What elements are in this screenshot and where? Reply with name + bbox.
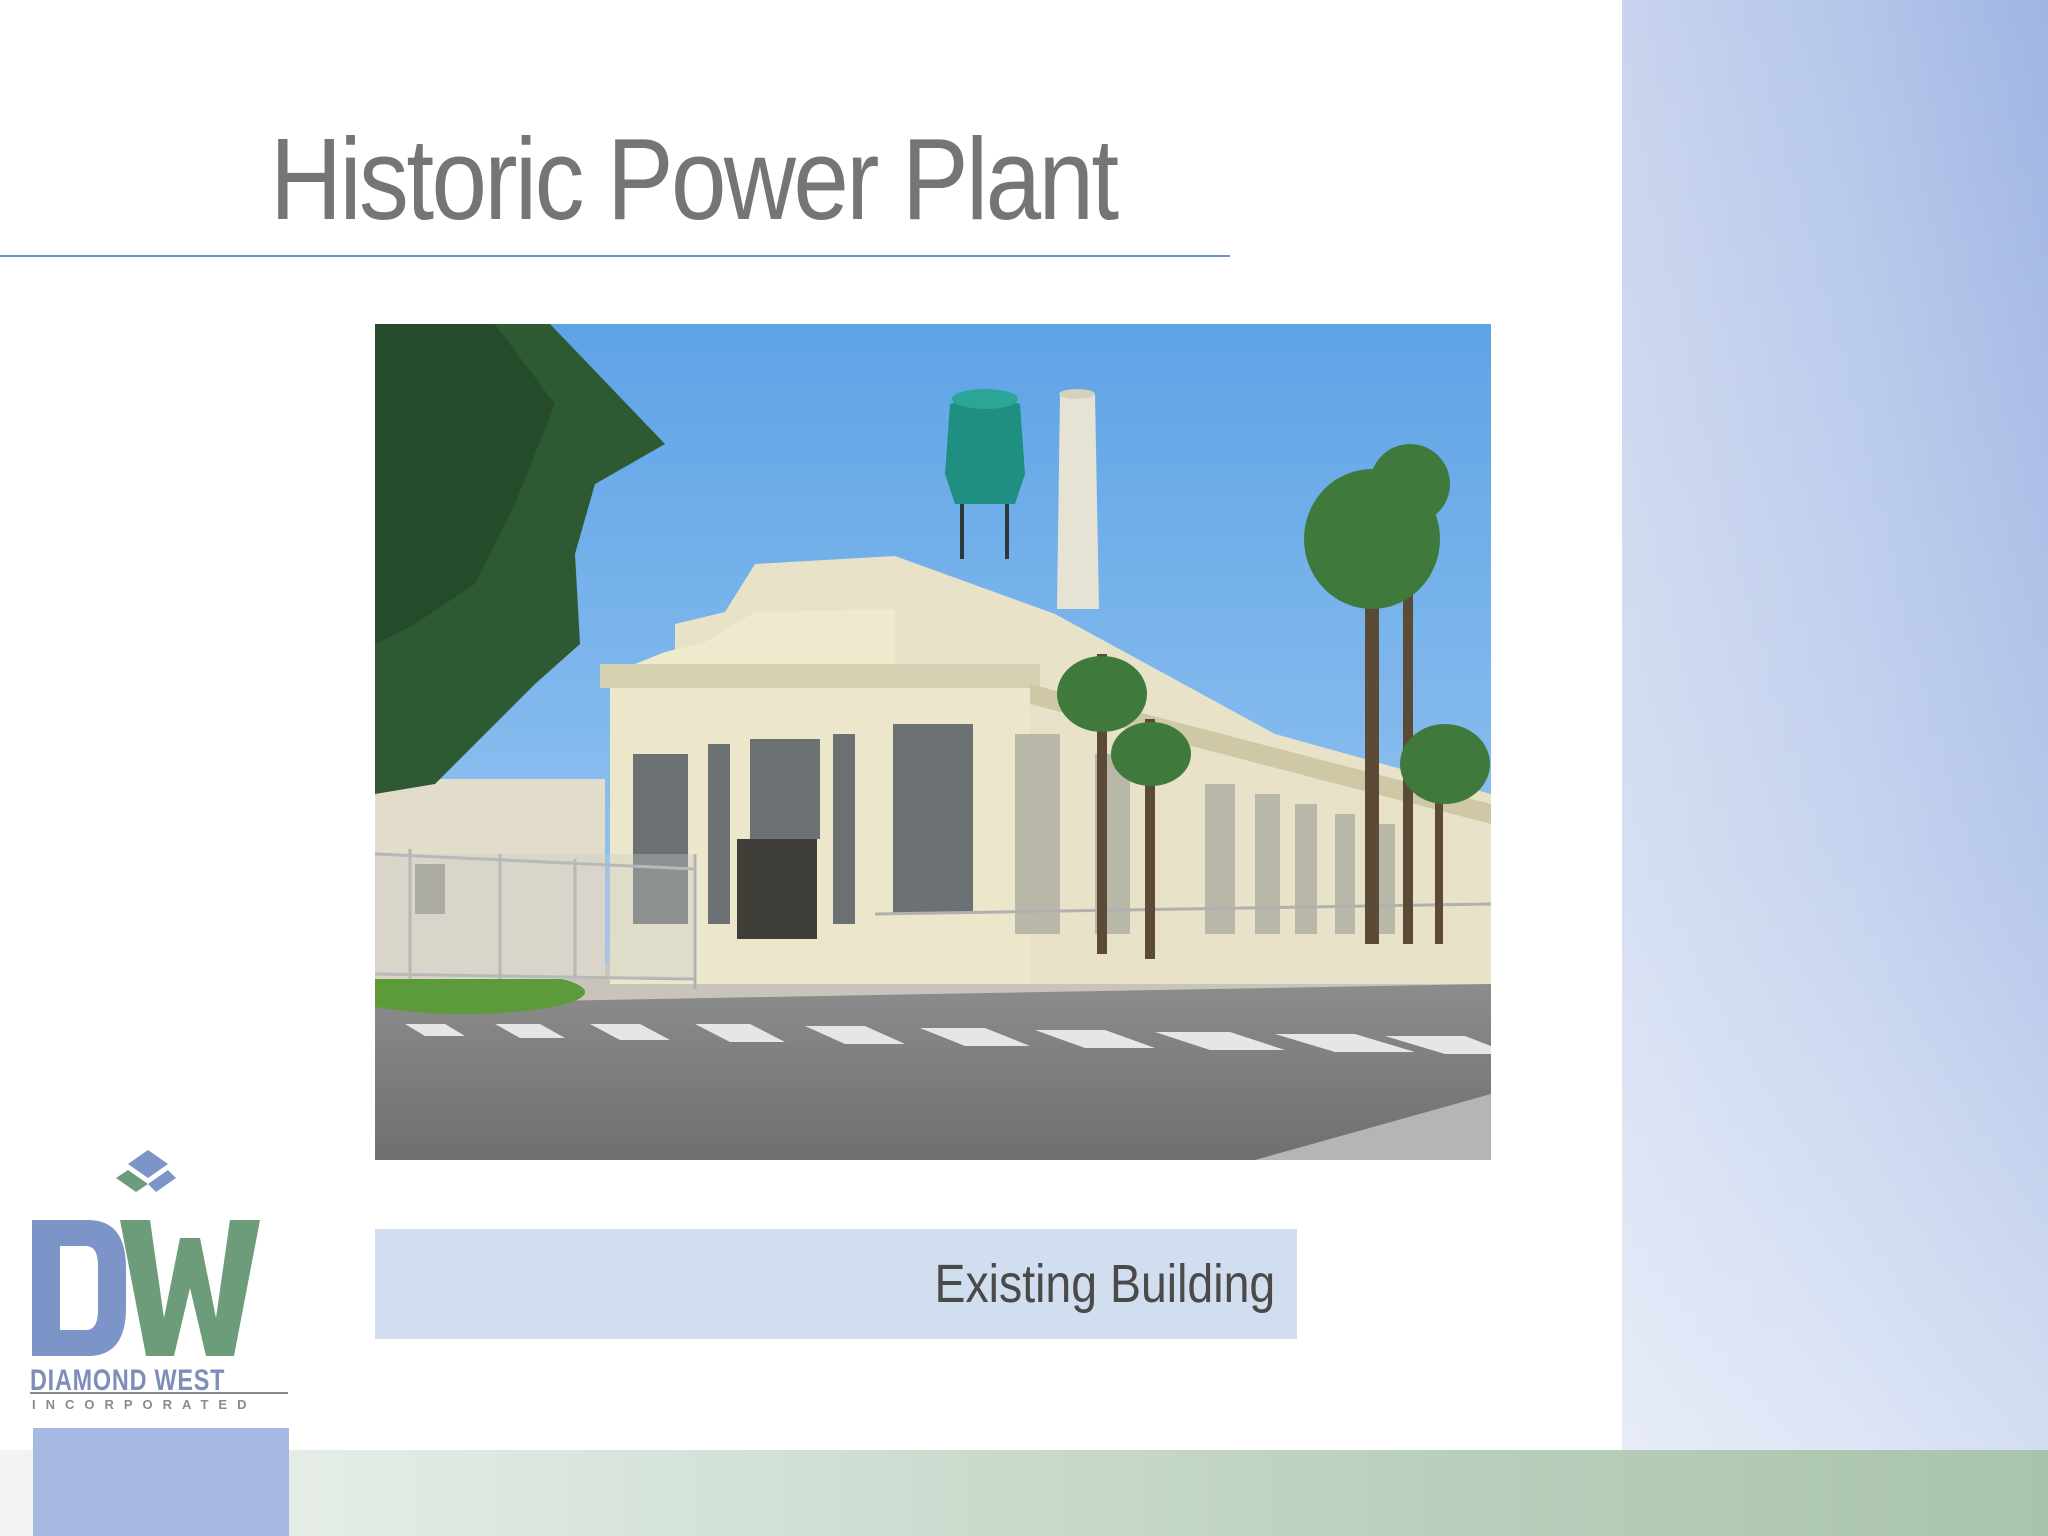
building-photo — [375, 324, 1491, 1160]
diamond-west-logo: DIAMOND WEST INCORPORATED — [28, 1148, 290, 1418]
side-gradient-panel — [1622, 0, 2048, 1450]
bottom-gradient-band — [0, 1450, 2048, 1536]
caption-text: Existing Building — [934, 1254, 1275, 1314]
slide-title: Historic Power Plant — [270, 114, 1119, 244]
slide: Historic Power Plant Existing Building D… — [0, 0, 2048, 1536]
logo-company-subtitle: INCORPORATED — [32, 1397, 257, 1412]
caption-box: Existing Building — [375, 1229, 1297, 1339]
title-underline — [0, 255, 1230, 257]
logo-accent-block — [33, 1428, 289, 1536]
power-plant-image — [375, 324, 1491, 1160]
logo-company-name: DIAMOND WEST — [30, 1364, 226, 1397]
